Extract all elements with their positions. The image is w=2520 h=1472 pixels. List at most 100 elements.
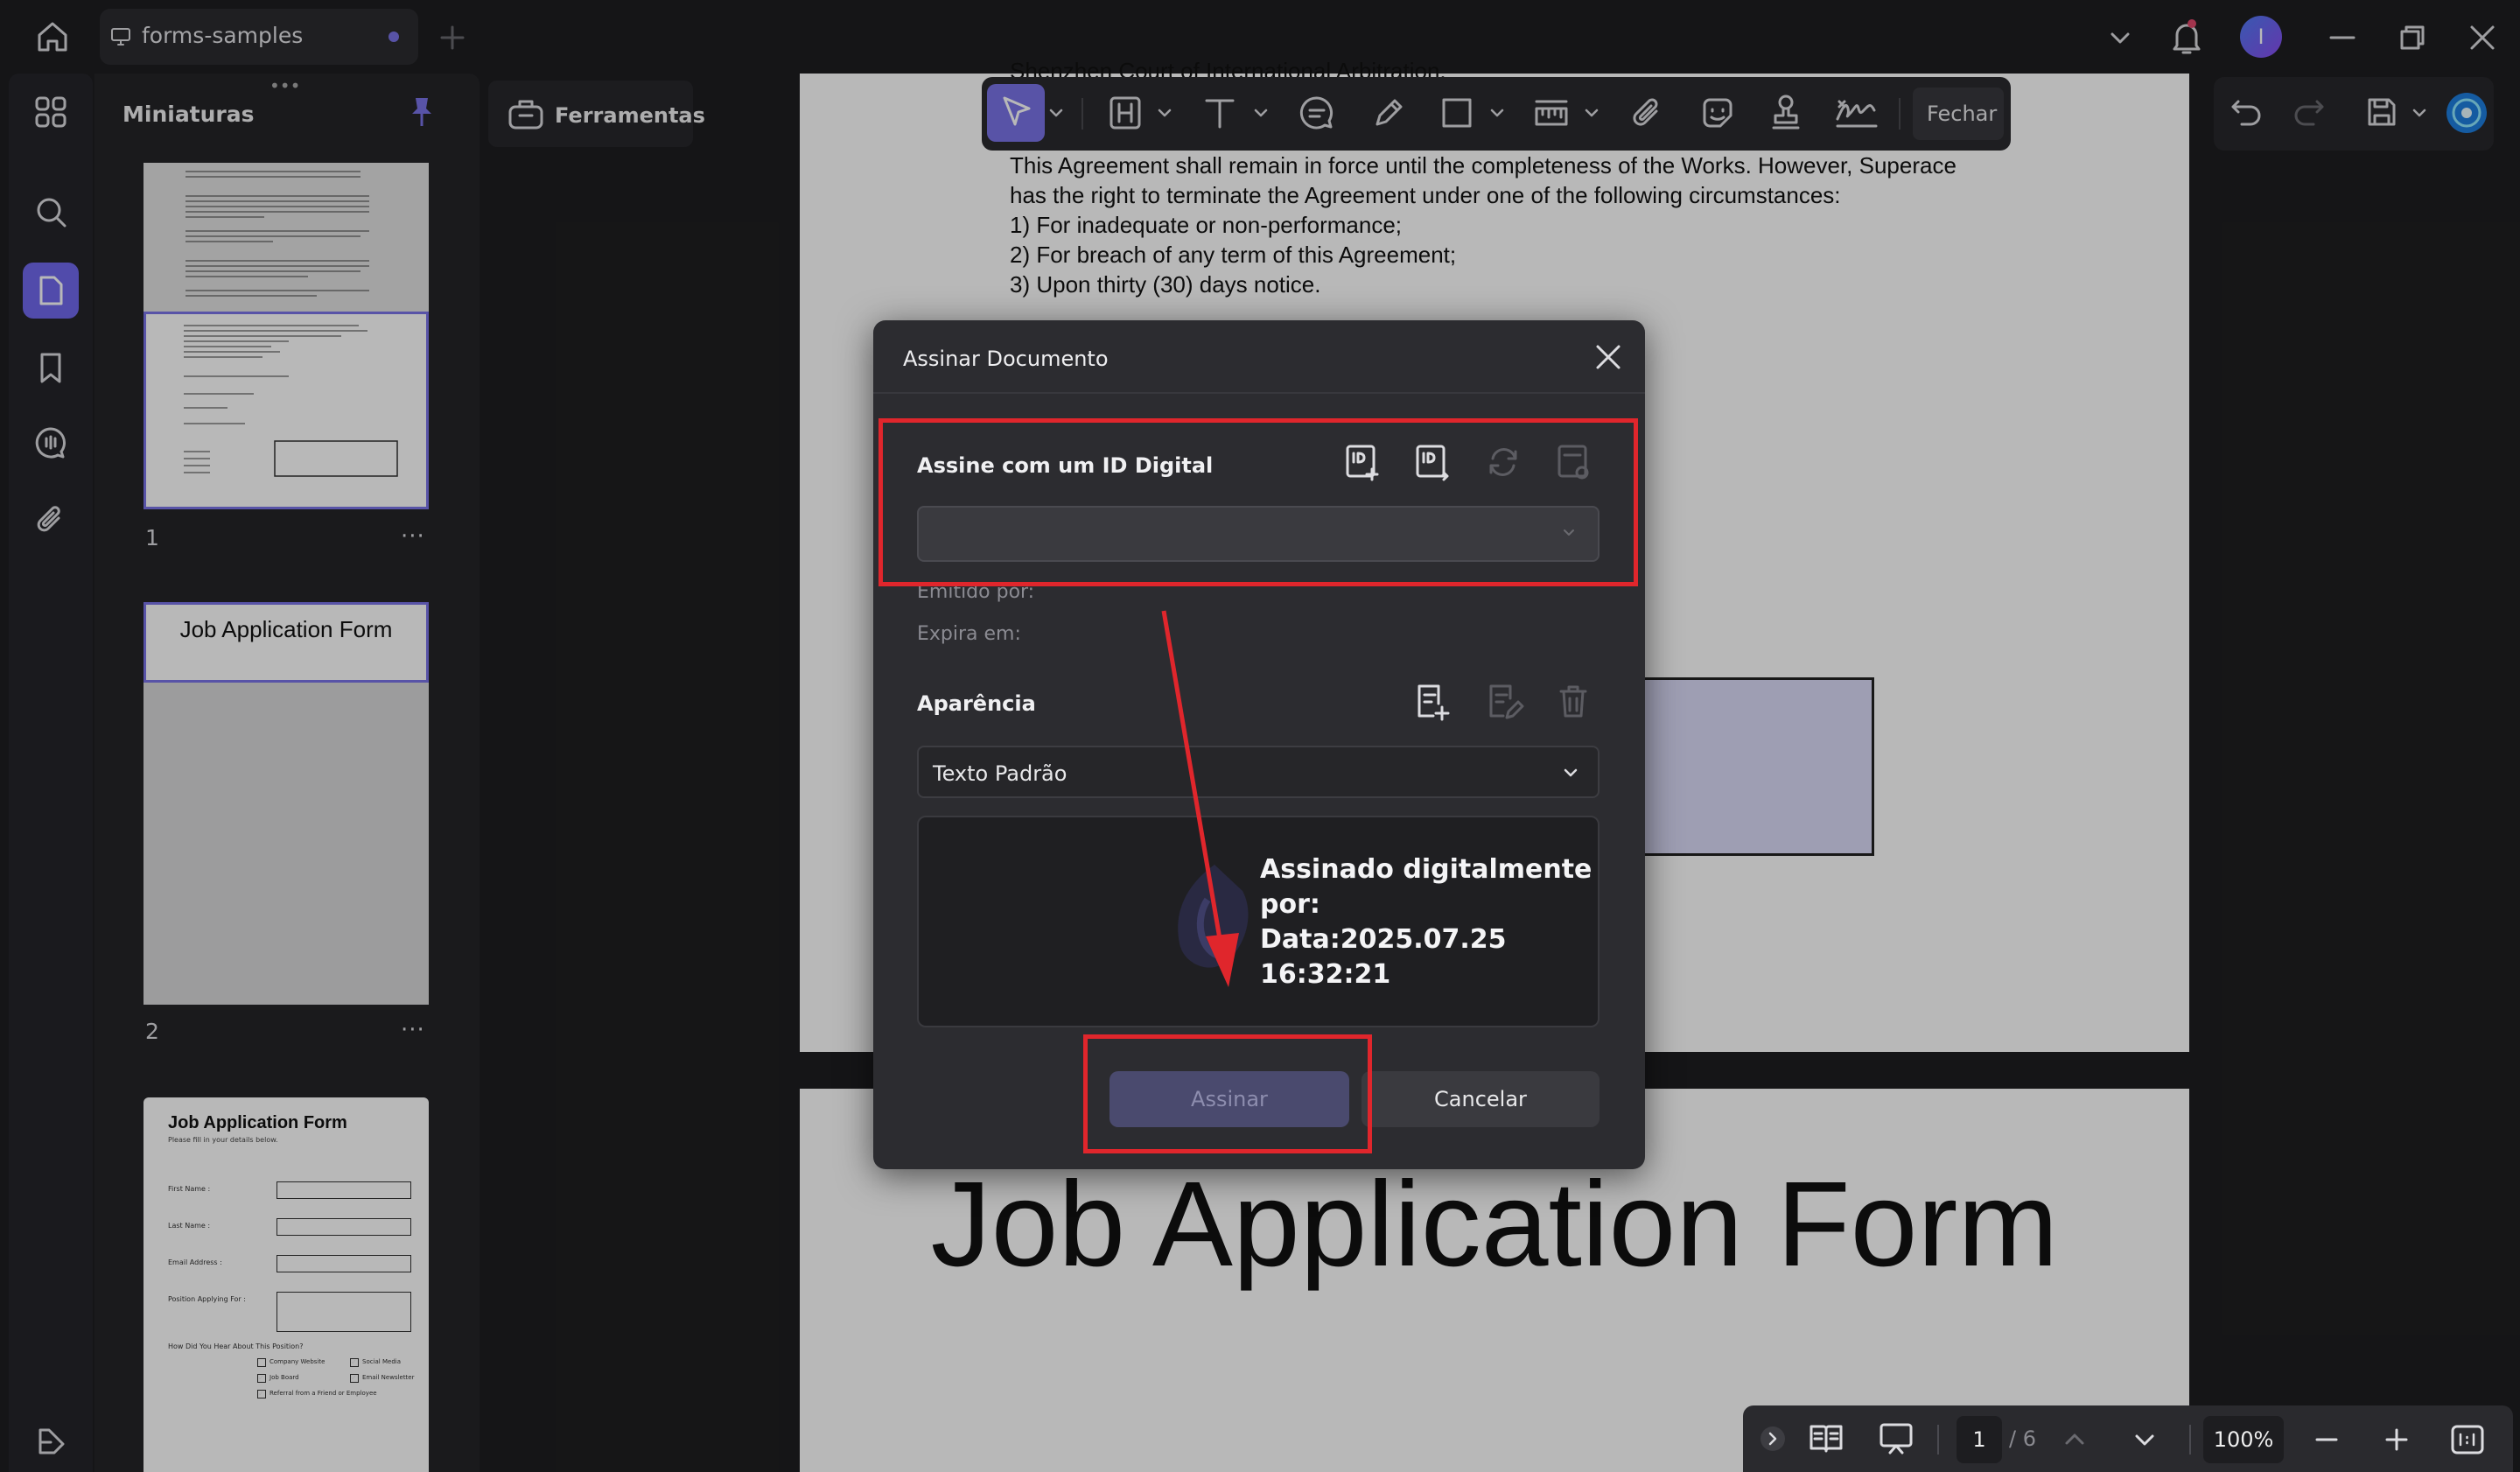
doc-line: 3) Upon thirty (30) days notice. <box>1010 271 1321 298</box>
rail-comments-button[interactable] <box>23 415 79 471</box>
highlight-icon[interactable] <box>1108 95 1143 131</box>
new-tab-icon[interactable] <box>438 23 467 53</box>
page2-title: Job Application Form <box>930 1157 2059 1292</box>
unsaved-dot <box>388 32 399 42</box>
doc-line: This Agreement shall remain in force unt… <box>1010 152 1956 179</box>
doc-line: 1) For inadequate or non-performance; <box>1010 212 1403 238</box>
highlight-box-sign <box>1083 1034 1372 1153</box>
ai-assistant-icon[interactable] <box>2445 91 2488 135</box>
thumbnail-subheading: Please fill in your details below. <box>168 1136 278 1144</box>
thumbnail-page-3[interactable]: Job Application Form Please fill in your… <box>144 1097 429 1472</box>
zoom-in-icon[interactable] <box>2382 1425 2412 1454</box>
stamp-icon[interactable] <box>1768 93 1804 131</box>
redo-icon[interactable] <box>2291 95 2326 130</box>
thumbnail-field-box <box>276 1181 411 1199</box>
thumbnail-more-button[interactable]: ··· <box>401 1017 425 1043</box>
close-icon[interactable] <box>1592 341 1624 373</box>
attachment-icon[interactable] <box>1629 95 1666 131</box>
reading-mode-icon[interactable] <box>1808 1421 1844 1456</box>
tools-label: Ferramentas <box>555 103 705 128</box>
tab-label: forms-samples <box>142 23 304 48</box>
page-number-input[interactable]: 1 <box>1956 1416 2002 1463</box>
delete-appearance-icon[interactable] <box>1556 683 1591 721</box>
avatar[interactable]: I <box>2240 16 2282 58</box>
chevron-down-icon[interactable] <box>1048 105 1064 121</box>
rectangle-icon[interactable] <box>1440 96 1474 130</box>
thumbnails-title: Miniaturas <box>122 102 255 127</box>
thumbnail-page-2[interactable]: Job Application Form <box>144 602 429 1005</box>
chevron-down-icon[interactable] <box>1157 105 1172 121</box>
highlight-box-digital-id <box>878 418 1638 586</box>
chevron-down-icon[interactable] <box>1489 105 1505 121</box>
cursor-icon <box>999 95 1034 131</box>
toolbar-divider <box>1899 98 1900 130</box>
page-icon <box>39 276 63 305</box>
rail-apps-button[interactable] <box>23 84 79 140</box>
chevron-down-icon <box>1561 763 1580 782</box>
measure-icon[interactable] <box>1533 95 1570 131</box>
sticker-icon[interactable] <box>1699 95 1736 131</box>
rail-search-button[interactable] <box>23 184 79 240</box>
search-icon <box>37 198 66 228</box>
text-icon[interactable] <box>1202 95 1237 131</box>
panel-drag-handle[interactable]: ••• <box>270 75 300 96</box>
signature-preview-text: Assinado digitalmente por: Data:2025.07.… <box>1260 854 1592 990</box>
thumbnail-checkbox: ✓ <box>350 1374 359 1383</box>
chevron-down-icon[interactable] <box>2412 105 2427 121</box>
thumbnail-option: Email Newsletter <box>362 1374 415 1381</box>
actual-size-icon[interactable] <box>2450 1423 2485 1456</box>
signature-icon[interactable] <box>1834 93 1880 131</box>
cancel-button[interactable]: Cancelar <box>1362 1071 1600 1127</box>
toolbox-icon <box>508 96 544 131</box>
thumbnail-option: Social Media <box>362 1358 402 1365</box>
thumbnail-field-label: First Name : <box>168 1185 211 1193</box>
thumbnail-option: Job Board <box>270 1374 299 1381</box>
collapse-icon[interactable] <box>1759 1425 1787 1453</box>
rail-theme-button[interactable] <box>23 1412 79 1468</box>
save-icon[interactable] <box>2364 95 2399 130</box>
presentation-icon[interactable] <box>1878 1421 1914 1456</box>
thumbnail-heading: Job Application Form <box>168 1113 347 1132</box>
pin-icon[interactable] <box>404 95 439 130</box>
previous-page-icon[interactable] <box>2060 1425 2090 1454</box>
dialog-divider <box>873 392 1645 394</box>
edit-appearance-icon[interactable] <box>1486 683 1524 723</box>
chevron-down-icon[interactable] <box>1584 105 1600 121</box>
toolbar-divider <box>1937 1425 1939 1454</box>
minimize-icon[interactable] <box>2328 23 2357 53</box>
expires-label: Expira em: <box>917 623 1021 645</box>
paperclip-icon <box>37 506 60 532</box>
page-total: / 6 <box>2009 1426 2036 1451</box>
new-appearance-icon[interactable] <box>1414 683 1452 723</box>
thumbnail-checkbox <box>257 1358 266 1367</box>
zoom-level-input[interactable]: 100% <box>2203 1416 2284 1463</box>
pencil-icon[interactable] <box>1370 95 1407 131</box>
thumbnail-field-label: Position Applying For : <box>168 1295 246 1303</box>
home-icon[interactable] <box>33 18 72 56</box>
annotation-arrow <box>1161 610 1239 987</box>
chevron-down-icon[interactable] <box>2105 23 2135 53</box>
restore-icon[interactable] <box>2398 23 2427 53</box>
thumbnail-field-label: Email Address : <box>168 1258 222 1266</box>
close-toolbar-label: Fechar <box>1927 102 1998 126</box>
signature-field-box[interactable] <box>1634 677 1874 856</box>
thumbnail-page-1[interactable] <box>144 163 429 509</box>
toolbar-divider <box>2189 1425 2191 1454</box>
rail-bookmark-button[interactable] <box>23 340 79 396</box>
chevron-down-icon[interactable] <box>1253 105 1269 121</box>
zoom-out-icon[interactable] <box>2312 1425 2342 1454</box>
undo-icon[interactable] <box>2230 95 2264 130</box>
rail-attachments-button[interactable] <box>23 492 79 548</box>
thumbnail-checkbox: ✓ <box>257 1374 266 1383</box>
thumbnail-checkbox: ✓ <box>350 1358 359 1367</box>
doc-line: has the right to terminate the Agreement… <box>1010 182 1841 208</box>
thumbnail-checkbox: ✓ <box>257 1390 266 1398</box>
comment-icon[interactable] <box>1298 95 1335 131</box>
close-window-icon[interactable] <box>2468 23 2497 53</box>
bell-icon[interactable] <box>2168 18 2205 56</box>
thumbnail-more-button[interactable]: ··· <box>401 523 425 550</box>
rail-pages-button[interactable] <box>23 263 79 319</box>
thumbnail-field-box <box>276 1255 411 1272</box>
thumbnail-option: Referral from a Friend or Employee <box>270 1390 377 1397</box>
next-page-icon[interactable] <box>2130 1425 2160 1454</box>
